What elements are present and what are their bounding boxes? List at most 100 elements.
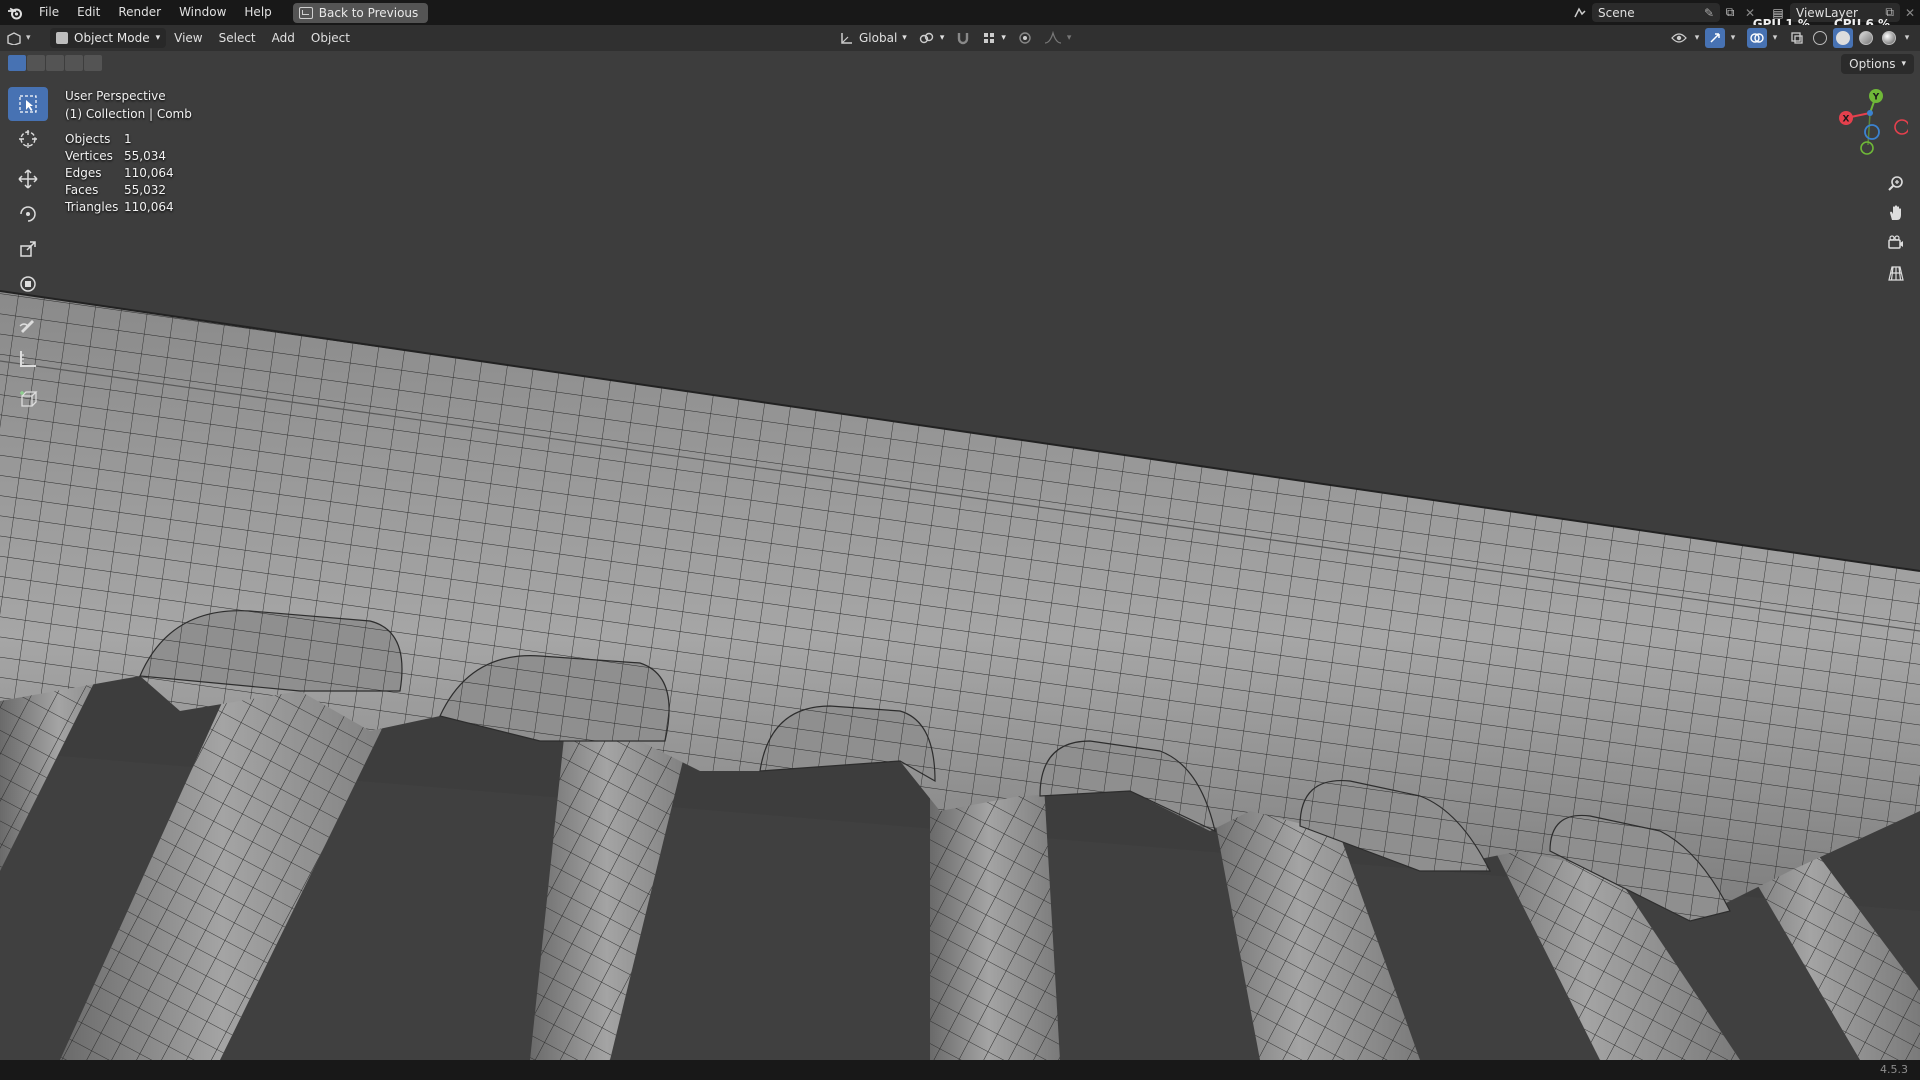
solid-shading-button[interactable] xyxy=(1833,28,1853,48)
menu-render[interactable]: Render xyxy=(109,0,170,25)
solid-sphere-icon xyxy=(1836,31,1850,45)
chevron-down-icon: ▾ xyxy=(1001,33,1006,43)
menu-add[interactable]: Add xyxy=(264,31,303,45)
rendered-shading-button[interactable] xyxy=(1879,28,1899,48)
transform-controls: Global ▾ ▾ ▾ ▾ xyxy=(836,28,1075,48)
scale-icon xyxy=(20,241,36,257)
add-cube-icon xyxy=(20,391,38,407)
chevron-down-icon[interactable]: ▾ xyxy=(1692,28,1702,48)
mode-label: Object Mode xyxy=(74,31,150,45)
show-overlays-toggle[interactable] xyxy=(1747,28,1767,48)
menu-file[interactable]: File xyxy=(30,0,68,25)
active-collection-label: (1) Collection | Comb xyxy=(65,107,192,121)
comb-mesh-render xyxy=(0,290,1920,1060)
tool-shelf xyxy=(8,87,48,417)
view-perspective-label: User Perspective xyxy=(65,89,166,103)
stat-value: 55,034 xyxy=(124,149,166,163)
blender-version: 4.5.3 xyxy=(1880,1063,1908,1076)
grid-perspective-icon xyxy=(1888,266,1904,281)
orientation-icon xyxy=(841,33,852,44)
stat-value: 110,064 xyxy=(124,166,174,180)
mode-selector[interactable]: Object Mode ▾ xyxy=(50,28,167,48)
object-visibility-icon[interactable] xyxy=(1669,28,1689,48)
falloff-dropdown[interactable]: ▾ xyxy=(1040,28,1076,48)
options-label: Options xyxy=(1849,57,1896,71)
pan-button[interactable] xyxy=(1882,199,1910,227)
material-sphere-icon xyxy=(1859,31,1873,45)
menu-window[interactable]: Window xyxy=(170,0,235,25)
zoom-button[interactable] xyxy=(1882,169,1910,197)
chevron-down-icon[interactable]: ▾ xyxy=(1770,28,1780,48)
transform-tool[interactable] xyxy=(8,267,48,301)
menu-object[interactable]: Object xyxy=(303,31,358,45)
proportional-editing-icon xyxy=(1019,32,1031,44)
menu-view[interactable]: View xyxy=(166,31,210,45)
material-preview-button[interactable] xyxy=(1856,28,1876,48)
snap-toggle[interactable] xyxy=(952,28,974,48)
menu-select[interactable]: Select xyxy=(211,31,264,45)
3d-viewport-icon xyxy=(7,32,21,45)
measure-tool[interactable] xyxy=(8,342,48,376)
select-box-tool[interactable] xyxy=(8,87,48,121)
camera-view-button[interactable] xyxy=(1882,229,1910,257)
stat-label: Objects xyxy=(65,132,111,146)
show-gizmo-toggle[interactable] xyxy=(1705,28,1725,48)
stat-row: Faces 55,032 xyxy=(65,182,174,199)
back-to-previous-button[interactable]: Back to Previous xyxy=(292,2,429,23)
gizmo-neg-x-axis xyxy=(1894,119,1908,135)
select-subtract-button[interactable] xyxy=(46,55,64,71)
transform-orientation-dropdown[interactable]: Global ▾ xyxy=(836,28,911,48)
scene-selector-icon[interactable] xyxy=(1570,3,1590,22)
pivot-point-dropdown[interactable]: ▾ xyxy=(915,28,949,48)
rotate-tool[interactable] xyxy=(8,197,48,231)
back-icon xyxy=(298,6,313,19)
select-new-button[interactable] xyxy=(8,55,26,71)
new-scene-icon[interactable]: ⧉ xyxy=(1720,3,1740,22)
stat-label: Faces xyxy=(65,183,99,197)
scene-field[interactable]: Scene ✎ xyxy=(1592,3,1720,22)
proportional-editing-toggle[interactable] xyxy=(1014,28,1036,48)
navigation-gizmo[interactable]: Y X xyxy=(1828,85,1908,165)
chevron-down-icon[interactable]: ▾ xyxy=(1902,28,1912,48)
xray-toggle[interactable] xyxy=(1787,28,1807,48)
gizmo-toggle-icon xyxy=(1710,33,1720,43)
3d-viewport[interactable]: Options ▾ User Perspective (1) Collectio… xyxy=(0,51,1920,1060)
falloff-icon xyxy=(1044,31,1061,44)
gizmo-neg-y-axis xyxy=(1860,141,1874,155)
gizmo-z-axis xyxy=(1867,110,1873,116)
menu-edit[interactable]: Edit xyxy=(68,0,109,25)
pin-icon[interactable]: ✎ xyxy=(1704,6,1714,20)
annotate-tool[interactable] xyxy=(8,307,48,341)
select-intersect-button[interactable] xyxy=(84,55,102,71)
viewport-navigation-buttons xyxy=(1882,169,1910,287)
status-bar: 4.5.3 xyxy=(0,1060,1920,1080)
magnet-icon xyxy=(958,33,969,45)
3d-cursor-icon xyxy=(19,130,37,148)
transform-icon xyxy=(20,276,36,292)
menu-help[interactable]: Help xyxy=(235,0,280,25)
stat-value: 110,064 xyxy=(124,200,174,214)
move-tool[interactable] xyxy=(8,162,48,196)
stat-value: 55,032 xyxy=(124,183,166,197)
blender-logo-icon[interactable] xyxy=(0,0,30,25)
stat-value: 1 xyxy=(124,132,132,146)
options-dropdown[interactable]: Options ▾ xyxy=(1841,54,1914,74)
select-extend-button[interactable] xyxy=(27,55,45,71)
editor-type-selector[interactable]: ▾ xyxy=(6,28,44,48)
snap-target-dropdown[interactable]: ▾ xyxy=(978,28,1010,48)
rotate-icon xyxy=(20,206,36,222)
select-box-icon xyxy=(19,95,37,113)
select-invert-button[interactable] xyxy=(65,55,83,71)
xray-icon xyxy=(1791,32,1803,44)
scale-tool[interactable] xyxy=(8,232,48,266)
overlays-icon xyxy=(1750,33,1764,43)
stat-row: Objects 1 xyxy=(65,131,174,148)
gizmo-y-label: Y xyxy=(1872,93,1880,103)
perspective-toggle-button[interactable] xyxy=(1882,259,1910,287)
hand-icon xyxy=(1890,205,1901,220)
wireframe-shading-button[interactable] xyxy=(1810,28,1830,48)
chevron-down-icon[interactable]: ▾ xyxy=(1728,28,1738,48)
add-cube-tool[interactable] xyxy=(8,382,48,416)
cursor-tool[interactable] xyxy=(8,122,48,156)
scene-statistics: Objects 1 Vertices 55,034 Edges 110,064 Fac… xyxy=(65,131,174,216)
